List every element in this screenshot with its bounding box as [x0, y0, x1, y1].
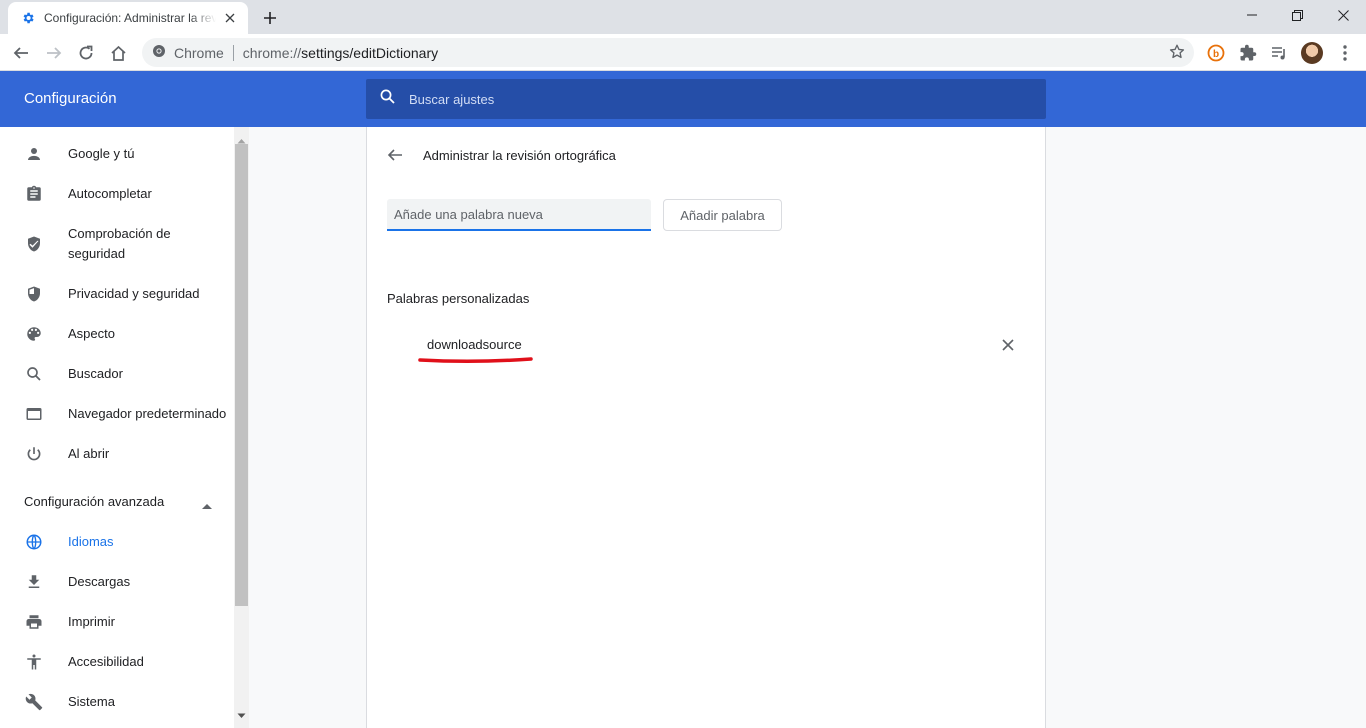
accessibility-icon [24, 652, 44, 672]
shield-check-icon [24, 234, 44, 254]
custom-word-item: downloadsource [427, 337, 522, 352]
sidebar-scrollbar[interactable] [234, 127, 249, 728]
sidebar-item-safety-check[interactable]: Comprobación de seguridad [0, 224, 234, 264]
sidebar-item-on-startup[interactable]: Al abrir [0, 444, 234, 464]
sidebar-item-label: Autocompletar [68, 186, 152, 201]
search-icon [380, 89, 395, 109]
back-button[interactable] [7, 39, 35, 67]
sidebar-item-google[interactable]: Google y tú [0, 144, 234, 164]
sidebar-item-autofill[interactable]: Autocompletar [0, 184, 234, 204]
reload-button[interactable] [72, 39, 100, 67]
printer-icon [24, 612, 44, 632]
download-icon [24, 572, 44, 592]
sidebar-item-privacy[interactable]: Privacidad y seguridad [0, 284, 234, 304]
browser-icon [24, 404, 44, 424]
sidebar-item-downloads[interactable]: Descargas [0, 572, 234, 592]
site-label: Chrome [174, 44, 224, 61]
sidebar-item-label: Al abrir [68, 446, 110, 461]
new-tab-button[interactable] [259, 7, 281, 29]
sidebar-item-system[interactable]: Sistema [0, 692, 234, 712]
sidebar: Google y tú Autocompletar Comprobación d… [0, 127, 234, 728]
settings-gear-icon [20, 10, 36, 26]
advanced-section-toggle[interactable]: Configuración avanzada [24, 494, 164, 509]
sidebar-item-label: Aspecto [68, 326, 115, 341]
profile-avatar[interactable] [1299, 40, 1325, 66]
extensions-puzzle-icon[interactable] [1235, 40, 1261, 66]
close-icon [1002, 339, 1014, 351]
chrome-icon [152, 44, 166, 61]
sidebar-item-label: Privacidad y seguridad [68, 286, 200, 301]
avatar [1301, 42, 1323, 64]
sidebar-item-appearance[interactable]: Aspecto [0, 324, 234, 344]
app-title: Configuración [24, 90, 117, 107]
sidebar-item-label: Accesibilidad [68, 654, 144, 669]
home-button[interactable] [104, 39, 132, 67]
close-icon[interactable] [222, 10, 238, 26]
sidebar-item-default-browser[interactable]: Navegador predeterminado [0, 404, 234, 424]
wrench-icon [24, 692, 44, 712]
search-input[interactable] [409, 91, 1009, 107]
menu-dots-icon[interactable] [1332, 40, 1358, 66]
browser-tab[interactable]: Configuración: Administrar la revisión o… [8, 2, 248, 34]
settings-header: Configuración [0, 71, 1366, 127]
globe-icon [24, 532, 44, 552]
address-bar[interactable]: Chrome chrome://settings/editDictionary [142, 38, 1194, 67]
bookmark-star-icon[interactable] [1168, 43, 1186, 64]
minimize-button[interactable] [1229, 0, 1275, 30]
sidebar-item-label: Sistema [68, 694, 115, 709]
sidebar-item-label: Google y tú [68, 146, 135, 161]
svg-text:b: b [1213, 49, 1219, 60]
sidebar-item-accessibility[interactable]: Accesibilidad [0, 652, 234, 672]
remove-word-button[interactable] [997, 334, 1019, 356]
sidebar-item-label: Idiomas [68, 534, 114, 549]
address-separator [232, 44, 234, 61]
tab-title: Configuración: Administrar la revisión o… [44, 11, 216, 25]
sidebar-item-languages[interactable]: Idiomas [0, 532, 234, 552]
sidebar-item-label: Navegador predeterminado [68, 406, 227, 421]
page-title: Administrar la revisión ortográfica [423, 148, 616, 163]
search-icon [24, 364, 44, 384]
sidebar-item-label: Descargas [68, 574, 131, 589]
browser-toolbar: Chrome chrome://settings/editDictionary … [0, 34, 1366, 71]
palette-icon [24, 324, 44, 344]
media-queue-icon[interactable] [1266, 40, 1292, 66]
new-word-input[interactable] [387, 199, 651, 231]
back-arrow-icon[interactable] [384, 144, 406, 166]
sidebar-item-print[interactable]: Imprimir [0, 612, 234, 632]
scrollbar-thumb[interactable] [235, 144, 248, 606]
sidebar-item-label: Comprobación de seguridad [68, 226, 171, 261]
add-word-button[interactable]: Añadir palabra [663, 199, 782, 231]
shield-half-icon [24, 284, 44, 304]
red-underline-annotation [418, 357, 533, 364]
extension-b-icon[interactable]: b [1203, 40, 1229, 66]
forward-button[interactable] [40, 39, 68, 67]
restore-button[interactable] [1274, 0, 1320, 30]
settings-card: Administrar la revisión ortográfica Añad… [366, 127, 1046, 728]
url-text: chrome://settings/editDictionary [242, 44, 439, 61]
custom-words-heading: Palabras personalizadas [387, 291, 530, 306]
close-window-button[interactable] [1320, 0, 1366, 30]
clipboard-icon [24, 184, 44, 204]
tab-strip: Configuración: Administrar la revisión o… [0, 0, 1366, 34]
settings-search[interactable] [366, 79, 1046, 119]
scroll-down-arrow-icon[interactable] [237, 706, 246, 724]
sidebar-item-label: Buscador [68, 366, 123, 381]
power-icon [24, 444, 44, 464]
sidebar-item-search-engine[interactable]: Buscador [0, 364, 234, 384]
caret-up-icon[interactable] [201, 497, 213, 515]
sidebar-item-label: Imprimir [68, 614, 115, 629]
person-icon [24, 144, 44, 164]
